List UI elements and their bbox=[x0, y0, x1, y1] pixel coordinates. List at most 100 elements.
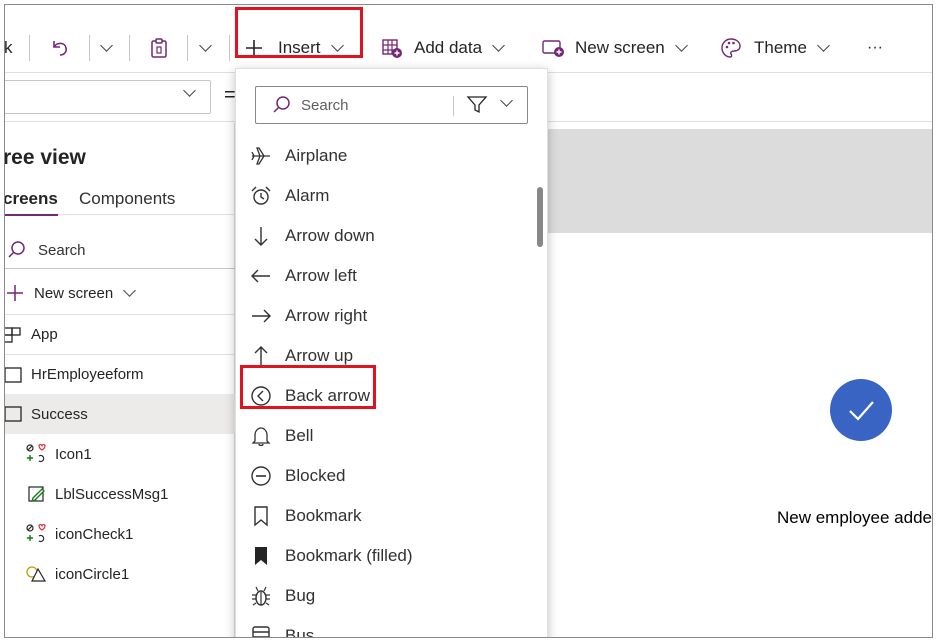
menu-item-label: Bookmark (filled) bbox=[285, 546, 413, 565]
menu-item-alarm[interactable]: Alarm bbox=[236, 176, 532, 216]
tree-item-lblsuccessmsg1[interactable]: LblSuccessMsg1 bbox=[5, 474, 235, 514]
insert-dropdown-menu: Search Airplane Alarm Arrow down Arrow l… bbox=[235, 68, 548, 638]
menu-item-bug[interactable]: Bug bbox=[236, 576, 532, 616]
blocked-icon bbox=[251, 466, 271, 486]
arrow-up-icon bbox=[254, 346, 268, 365]
success-message-label[interactable]: New employee adde bbox=[777, 508, 932, 528]
toolbar-divider bbox=[187, 35, 188, 61]
menu-item-arrow-down[interactable]: Arrow down bbox=[236, 216, 532, 256]
command-bar: k Insert Add data New screen Theme ··· bbox=[5, 23, 932, 73]
tree-item-success[interactable]: Success bbox=[5, 394, 235, 434]
menu-item-bell[interactable]: Bell bbox=[236, 416, 532, 456]
tree-view-title: ree view bbox=[4, 146, 86, 169]
menu-item-label: Arrow right bbox=[285, 306, 368, 325]
checkmark-icon bbox=[849, 401, 874, 421]
tree-item-label: iconCheck1 bbox=[55, 525, 134, 543]
chevron-down-icon bbox=[674, 39, 688, 52]
tree-item-label: iconCircle1 bbox=[55, 565, 130, 583]
tab-screens[interactable]: creens bbox=[5, 189, 58, 216]
undo-icon bbox=[53, 41, 67, 56]
chevron-down-icon bbox=[100, 39, 113, 52]
filter-icon bbox=[466, 96, 488, 114]
insert-search-placeholder: Search bbox=[301, 97, 349, 114]
menu-item-bookmark-filled[interactable]: Bookmark (filled) bbox=[236, 536, 532, 576]
new-screen-label: New screen bbox=[575, 38, 665, 57]
tree-search-input[interactable]: Search bbox=[5, 231, 235, 269]
airplane-icon bbox=[251, 147, 270, 165]
toolbar-divider bbox=[29, 35, 30, 61]
paste-dropdown[interactable] bbox=[199, 23, 212, 73]
arrow-right-icon bbox=[252, 309, 271, 323]
alarm-icon bbox=[251, 186, 271, 205]
menu-item-blocked[interactable]: Blocked bbox=[236, 456, 532, 496]
menu-item-label: Arrow left bbox=[285, 266, 357, 285]
menu-item-arrow-right[interactable]: Arrow right bbox=[236, 296, 532, 336]
plus-icon bbox=[7, 285, 23, 301]
tab-components[interactable]: Components bbox=[79, 189, 175, 209]
tree-item-iconcheck1[interactable]: iconCheck1 bbox=[5, 514, 235, 554]
bus-icon bbox=[252, 626, 270, 637]
paste-button[interactable] bbox=[148, 23, 170, 73]
tree-item-app[interactable]: App bbox=[5, 314, 235, 354]
icon-control-icon bbox=[26, 523, 46, 543]
palette-icon bbox=[721, 38, 741, 58]
menu-item-arrow-left[interactable]: Arrow left bbox=[236, 256, 532, 296]
search-divider bbox=[453, 96, 454, 116]
chevron-down-icon bbox=[492, 39, 505, 52]
undo-dropdown[interactable] bbox=[100, 23, 113, 73]
tree-item-label: LblSuccessMsg1 bbox=[55, 485, 169, 503]
more-icon: ··· bbox=[867, 39, 883, 56]
menu-scrollbar[interactable] bbox=[537, 187, 543, 247]
chevron-down-icon bbox=[500, 94, 513, 107]
menu-item-bookmark[interactable]: Bookmark bbox=[236, 496, 532, 536]
search-icon bbox=[8, 241, 25, 258]
arrow-left-icon bbox=[251, 269, 270, 283]
filter-button[interactable] bbox=[466, 93, 524, 117]
tree-item-iconcircle1[interactable]: iconCircle1 bbox=[5, 554, 235, 594]
screen-icon bbox=[5, 366, 22, 383]
add-data-icon bbox=[382, 39, 402, 58]
chevron-down-icon bbox=[817, 39, 830, 52]
undo-button[interactable] bbox=[49, 23, 71, 73]
tree-item-label: HrEmployeeform bbox=[31, 366, 144, 383]
shapes-icon bbox=[26, 566, 47, 582]
add-data-label: Add data bbox=[414, 38, 483, 57]
menu-item-label: Blocked bbox=[285, 466, 346, 485]
menu-item-bus[interactable]: Bus bbox=[236, 616, 532, 638]
chevron-down-icon bbox=[123, 284, 137, 297]
theme-label: Theme bbox=[754, 38, 807, 57]
more-button[interactable]: ··· bbox=[867, 23, 883, 73]
back-arrow-highlight-box bbox=[240, 365, 376, 409]
chevron-down-icon bbox=[183, 84, 196, 97]
partial-command[interactable]: k bbox=[5, 23, 13, 73]
icon-control-icon bbox=[26, 443, 46, 463]
property-selector[interactable] bbox=[5, 80, 211, 114]
theme-button[interactable]: Theme bbox=[720, 23, 830, 73]
menu-item-label: Bookmark bbox=[285, 506, 362, 525]
menu-item-label: Bell bbox=[285, 426, 314, 445]
bug-icon bbox=[252, 586, 270, 606]
edit-label-icon bbox=[28, 486, 45, 503]
new-screen-tree-button[interactable]: New screen bbox=[5, 273, 235, 313]
insert-search-input[interactable]: Search bbox=[255, 86, 528, 124]
tree-item-icon1[interactable]: Icon1 bbox=[5, 434, 235, 474]
add-data-button[interactable]: Add data bbox=[381, 23, 505, 73]
screen-icon bbox=[5, 406, 22, 422]
menu-item-label: Arrow up bbox=[285, 346, 354, 365]
tree-item-label: Success bbox=[31, 405, 88, 423]
new-screen-button[interactable]: New screen bbox=[541, 23, 688, 73]
toolbar-divider bbox=[89, 35, 90, 61]
menu-item-airplane[interactable]: Airplane bbox=[236, 136, 532, 176]
new-screen-icon bbox=[542, 40, 564, 57]
tree-item-hremployeeform[interactable]: HrEmployeeform bbox=[5, 354, 235, 394]
check-circle-icon[interactable] bbox=[830, 379, 892, 441]
tree-tabs: creens Components bbox=[5, 185, 235, 216]
insert-highlight-box bbox=[235, 7, 363, 58]
tree-item-label: Icon1 bbox=[55, 445, 92, 463]
bookmark-filled-icon bbox=[255, 547, 267, 565]
menu-item-label: Alarm bbox=[285, 186, 330, 205]
bookmark-icon bbox=[254, 506, 268, 527]
menu-item-label: Bus bbox=[285, 626, 315, 638]
tree-view-panel: ree view creens Components Search New sc… bbox=[4, 123, 235, 637]
menu-item-label: Airplane bbox=[285, 146, 348, 165]
